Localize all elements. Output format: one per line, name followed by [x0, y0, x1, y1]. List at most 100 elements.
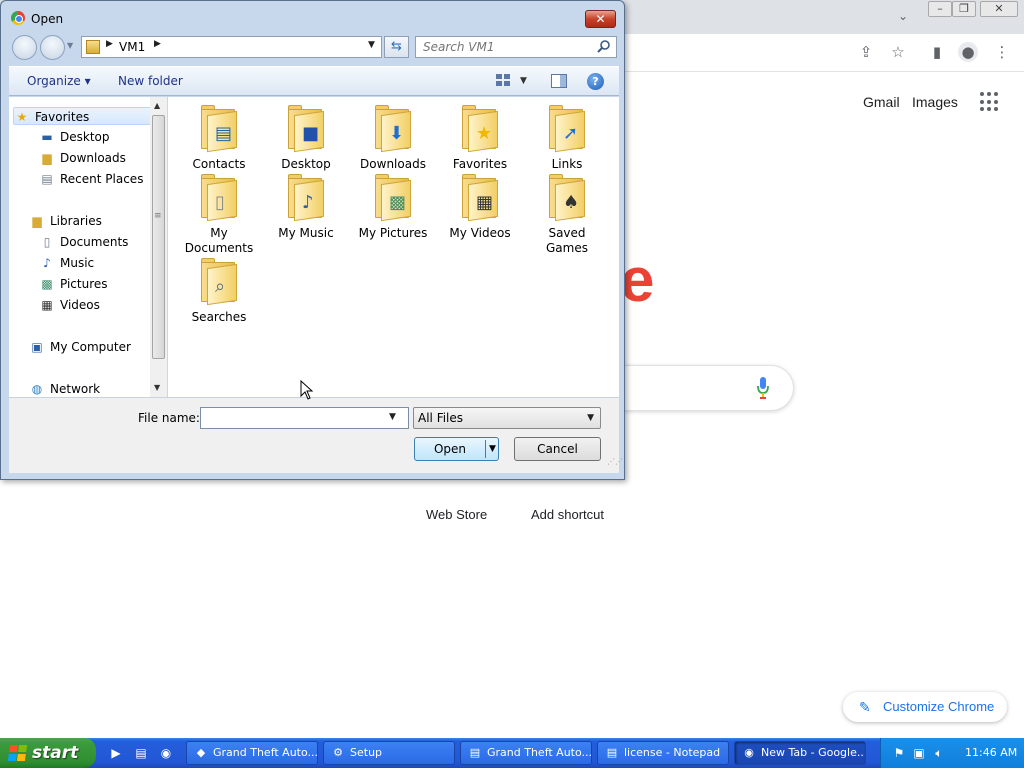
task-label: Setup	[350, 746, 383, 759]
scroll-down-arrow-icon[interactable]: ▼	[154, 383, 160, 392]
folder-label: Downloads	[360, 157, 426, 171]
open-options-dropdown-icon[interactable]: ▼	[489, 438, 496, 460]
folder-label: My Videos	[449, 226, 511, 240]
system-tray: ⚑ ▣ 🔈︎ 11:46 AM	[880, 738, 1024, 768]
dialog-close-button[interactable]: ✕	[585, 10, 616, 28]
side-panel-icon[interactable]: ▮	[927, 42, 947, 62]
folder-my-pictures[interactable]: ▩ My Pictures	[353, 174, 433, 241]
tab-search-icon[interactable]: ⌄	[898, 9, 908, 23]
folder-links[interactable]: ➚ Links	[527, 105, 607, 172]
nav-label: Documents	[60, 235, 129, 249]
folder-label: My Music	[278, 226, 334, 240]
customize-chrome-button[interactable]: ✎ Customize Chrome	[843, 692, 1007, 722]
button-divider	[485, 440, 486, 458]
explorer-folder-icon[interactable]: ▤	[133, 745, 149, 761]
taskbar: start ▶ ▤ ◉ ◆ Grand Theft Auto... ⚙ Setu…	[0, 738, 1024, 768]
folder-my-documents[interactable]: ▯ My Documents	[179, 174, 259, 256]
nav-label: Downloads	[60, 151, 126, 165]
folder-favorites[interactable]: ★ Favorites	[440, 105, 520, 172]
mouse-pointer-icon	[300, 380, 314, 400]
folder-label: Searches	[191, 310, 247, 324]
nav-label: Network	[50, 382, 101, 396]
address-dropdown-icon[interactable]: ▼	[368, 40, 375, 50]
scrollbar-thumb[interactable]	[152, 115, 165, 359]
task-gta-1[interactable]: ◆ Grand Theft Auto...	[186, 741, 318, 765]
breadcrumb-vm1[interactable]: VM1	[119, 40, 145, 54]
resize-grip-icon[interactable]: ⋰⋰	[607, 458, 623, 466]
help-icon[interactable]: ?	[587, 73, 604, 90]
folder-label: My Pictures	[358, 226, 428, 240]
scroll-up-arrow-icon[interactable]: ▲	[154, 101, 160, 110]
web-store-shortcut[interactable]: Web Store	[426, 507, 487, 522]
profile-avatar-icon[interactable]: ●	[958, 42, 978, 62]
back-button[interactable]	[12, 35, 37, 60]
gta-app-icon: ◆	[196, 746, 206, 759]
preview-pane-icon[interactable]	[551, 74, 567, 88]
nav-label: My Computer	[50, 340, 131, 354]
picture-icon: ▩	[389, 192, 407, 213]
search-icon[interactable]	[596, 39, 612, 55]
task-gta-2[interactable]: ▤ Grand Theft Auto...	[460, 741, 592, 765]
refresh-button[interactable]: ⇆	[384, 36, 409, 58]
start-button[interactable]: start	[0, 738, 96, 768]
music-note-icon: ♪	[302, 192, 314, 213]
folder-searches[interactable]: ⌕ Searches	[179, 258, 259, 325]
libraries-icon: ▆	[32, 214, 42, 228]
address-bar[interactable]: ▶ VM1 ▶ ▼	[81, 36, 382, 58]
breadcrumb-arrow-icon[interactable]: ▶	[154, 39, 161, 49]
chrome-logo-icon: ◉	[744, 746, 754, 759]
folder-my-videos[interactable]: ▦ My Videos	[440, 174, 520, 241]
cancel-button[interactable]: Cancel	[514, 437, 601, 461]
menu-kebab-icon[interactable]: ⋮	[992, 42, 1012, 62]
gmail-link[interactable]: Gmail	[863, 94, 900, 110]
google-apps-icon[interactable]	[980, 92, 1000, 112]
downloads-folder-icon: ▆	[42, 151, 52, 165]
images-link[interactable]: Images	[912, 94, 958, 110]
add-shortcut[interactable]: Add shortcut	[531, 507, 604, 522]
restore-button[interactable]: ❐	[952, 1, 976, 17]
chrome-quicklaunch-icon[interactable]: ◉	[158, 745, 174, 761]
dialog-footer: File name: ▼ All Files ▼ Open ▼ Cancel ⋰…	[9, 397, 623, 473]
bookmark-star-icon[interactable]: ☆	[888, 42, 908, 62]
folder-my-music[interactable]: ♪ My Music	[266, 174, 346, 241]
folder-downloads[interactable]: ⬇ Downloads	[353, 105, 433, 172]
magnifier-icon: ⌕	[215, 276, 226, 297]
close-button[interactable]: ✕	[980, 1, 1018, 17]
task-label: Grand Theft Auto...	[213, 746, 318, 759]
open-button[interactable]: Open ▼	[414, 437, 499, 461]
voice-search-mic-icon[interactable]	[756, 376, 770, 400]
music-note-icon: ♪	[43, 256, 51, 270]
navigation-scrollbar[interactable]: ▲ ≡ ▼	[150, 97, 167, 397]
nav-item-favorites[interactable]: ★ Favorites	[13, 107, 153, 125]
contacts-icon: ▤	[215, 123, 233, 144]
change-view-icon[interactable]	[496, 74, 510, 87]
task-setup[interactable]: ⚙ Setup	[323, 741, 455, 765]
file-type-select[interactable]: All Files ▼	[413, 407, 601, 429]
chevron-down-icon: ▼	[587, 413, 594, 423]
organize-menu-button[interactable]: Organize ▾	[27, 74, 91, 88]
security-alert-icon[interactable]: ⚑	[891, 745, 907, 761]
downloads-icon: ⬇	[389, 123, 405, 144]
documents-icon: ▯	[43, 235, 51, 249]
chrome-logo-icon	[11, 11, 25, 25]
new-folder-button[interactable]: New folder	[118, 74, 183, 88]
task-chrome[interactable]: ◉ New Tab - Google...	[734, 741, 866, 765]
minimize-button[interactable]: –	[928, 1, 952, 17]
forward-button[interactable]	[40, 35, 65, 60]
recent-locations-dropdown-icon[interactable]: ▼	[67, 41, 73, 50]
breadcrumb-arrow-icon[interactable]: ▶	[106, 39, 113, 49]
media-player-icon[interactable]: ▶	[108, 745, 124, 761]
view-options-dropdown-icon[interactable]: ▼	[520, 76, 527, 86]
volume-icon[interactable]: 🔈︎	[931, 745, 947, 761]
task-label: New Tab - Google...	[761, 746, 866, 759]
folder-contacts[interactable]: ▤ Contacts	[179, 105, 259, 172]
file-name-dropdown-icon[interactable]: ▼	[389, 412, 396, 422]
folder-saved-games[interactable]: ♠ Saved Games	[527, 174, 607, 256]
file-name-input[interactable]	[200, 407, 409, 429]
folder-desktop[interactable]: ■ Desktop	[266, 105, 346, 172]
task-notepad[interactable]: ▤ license - Notepad	[597, 741, 729, 765]
search-input[interactable]	[415, 36, 617, 58]
network-connection-icon[interactable]: ▣	[911, 745, 927, 761]
clock[interactable]: 11:46 AM	[965, 746, 1017, 759]
share-icon[interactable]: ⇪	[856, 42, 876, 62]
